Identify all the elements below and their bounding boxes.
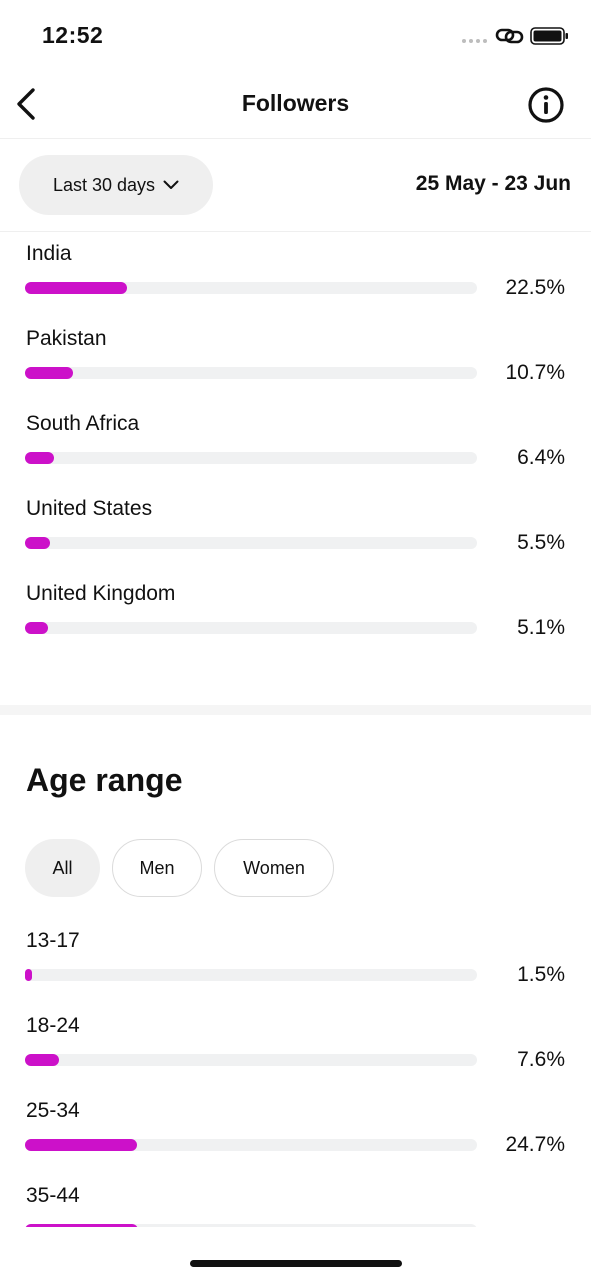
age-range-title: Age range	[26, 762, 183, 798]
age-percentage: 24.7%	[505, 1133, 565, 1156]
country-bar-track	[25, 622, 477, 634]
age-range-list: 13-17 1.5% 18-24 7.6% 25-34 24.7% 35-44	[0, 929, 591, 1227]
chip-men[interactable]: Men	[112, 839, 202, 897]
page-title: Followers	[241, 90, 350, 116]
insights-content[interactable]: India 22.5% Pakistan 10.7% South Africa …	[0, 232, 591, 1227]
age-bar-track	[25, 969, 477, 981]
age-row: 18-24 7.6%	[0, 1014, 591, 1099]
chip-all[interactable]: All	[25, 839, 100, 897]
country-bar-fill	[25, 537, 50, 549]
status-bar: 12:52	[0, 0, 591, 72]
country-label: United States	[26, 497, 153, 520]
country-bar-track	[25, 367, 477, 379]
country-row: United Kingdom 5.1%	[0, 572, 591, 657]
age-label: 25-34	[26, 1099, 80, 1122]
top-countries-list: India 22.5% Pakistan 10.7% South Africa …	[0, 232, 591, 657]
country-percentage: 22.5%	[505, 276, 565, 299]
status-time: 12:52	[42, 22, 104, 48]
home-indicator	[190, 1260, 402, 1267]
country-bar-track	[25, 282, 477, 294]
chevron-down-icon	[163, 180, 179, 189]
country-bar-track	[25, 452, 477, 464]
age-percentage: 1.5%	[517, 963, 565, 986]
country-row: India 22.5%	[0, 232, 591, 317]
age-bar-track	[25, 1224, 477, 1227]
country-bar-fill	[25, 622, 49, 634]
signal-icon	[462, 39, 487, 43]
link-icon	[495, 28, 524, 44]
nav-bar: Followers	[0, 72, 591, 139]
section-divider	[0, 705, 591, 715]
age-bar-track	[25, 1054, 477, 1066]
country-percentage: 10.7%	[505, 361, 565, 384]
age-bar-fill	[25, 1224, 138, 1227]
age-label: 18-24	[26, 1014, 80, 1037]
chip-women[interactable]: Women	[214, 839, 334, 897]
age-bar-track	[25, 1139, 477, 1151]
age-label: 13-17	[26, 929, 80, 952]
country-percentage: 5.1%	[517, 616, 565, 639]
country-label: United Kingdom	[26, 582, 176, 605]
country-bar-fill	[25, 367, 74, 379]
date-range-dropdown[interactable]: Last 30 days	[19, 155, 213, 215]
country-percentage: 6.4%	[517, 446, 565, 469]
country-row: United States 5.5%	[0, 487, 591, 572]
filter-bar: Last 30 days 25 May - 23 Jun	[0, 139, 591, 232]
age-bar-fill	[25, 1139, 137, 1151]
battery-icon	[530, 27, 568, 45]
country-bar-track	[25, 537, 477, 549]
country-label: South Africa	[26, 412, 140, 435]
country-percentage: 5.5%	[517, 531, 565, 554]
age-row: 13-17 1.5%	[0, 929, 591, 1014]
country-label: India	[26, 242, 72, 265]
age-label: 35-44	[26, 1184, 80, 1207]
country-row: South Africa 6.4%	[0, 402, 591, 487]
country-bar-fill	[25, 282, 127, 294]
age-bar-fill	[25, 1054, 60, 1066]
country-bar-fill	[25, 452, 54, 464]
date-range-text: 25 May - 23 Jun	[415, 172, 571, 195]
date-range-dropdown-label: Last 30 days	[52, 174, 156, 195]
age-bar-fill	[25, 969, 32, 981]
country-row: Pakistan 10.7%	[0, 317, 591, 402]
info-icon[interactable]	[526, 85, 566, 125]
age-row: 35-44	[0, 1184, 591, 1227]
gender-filter-chips: All Men Women	[25, 839, 334, 897]
age-row: 25-34 24.7%	[0, 1099, 591, 1184]
country-label: Pakistan	[26, 327, 107, 350]
age-percentage: 7.6%	[517, 1048, 565, 1071]
